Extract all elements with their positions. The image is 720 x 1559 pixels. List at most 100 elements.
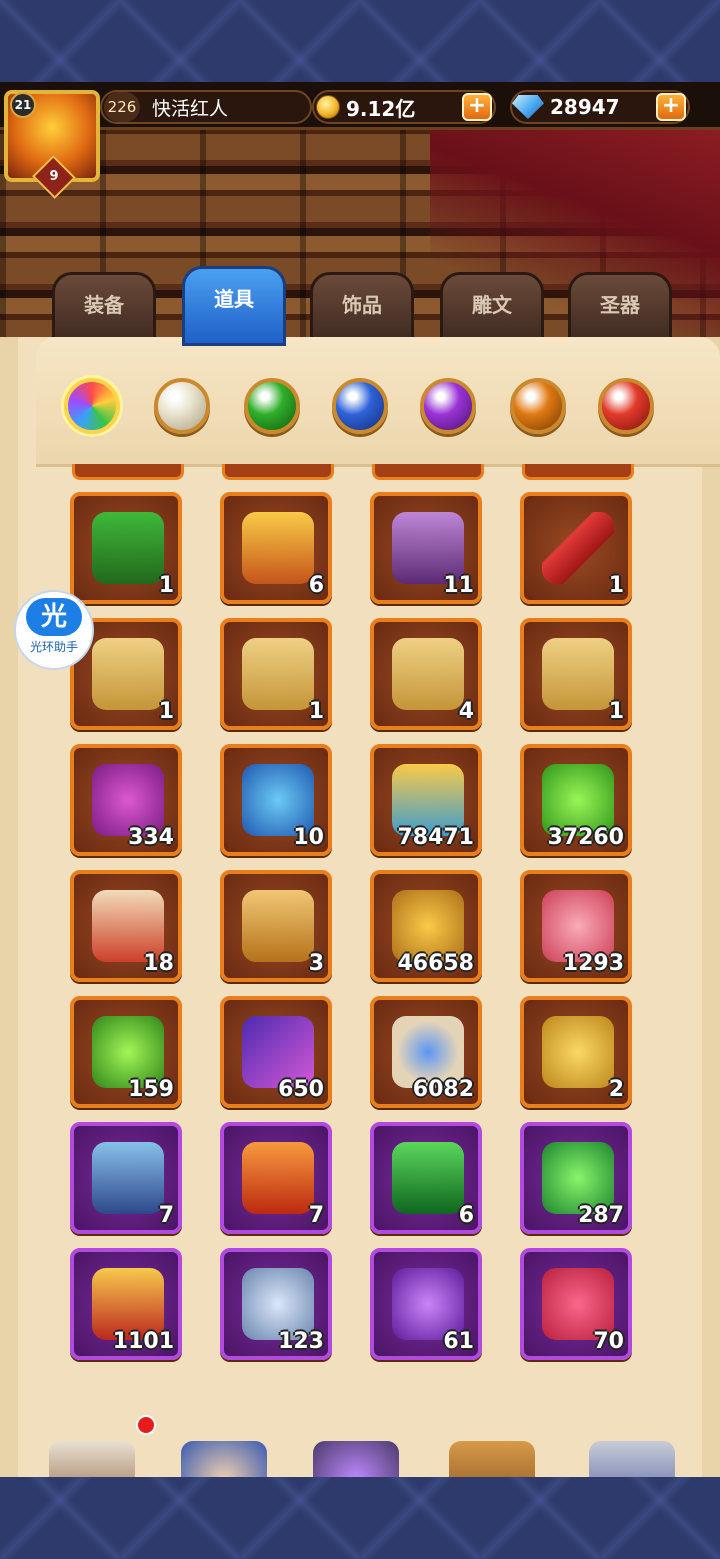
item-slot[interactable]: 650 (220, 996, 332, 1108)
item-count: 61 (443, 1329, 474, 1354)
item-count: 7 (308, 1203, 324, 1228)
diamond-icon (512, 95, 544, 119)
gold-bar: 9.12亿 + (312, 90, 496, 124)
item-count: 10 (293, 825, 324, 850)
item-count: 2 (608, 1077, 624, 1102)
item-count: 7 (158, 1203, 174, 1228)
item-slot[interactable]: 37260 (520, 744, 632, 856)
item-count: 37260 (547, 825, 624, 850)
item-slot[interactable]: 6 (220, 492, 332, 604)
player-name: 快活红人 (152, 97, 229, 120)
rank-value: 9 (49, 169, 59, 184)
item-count: 11 (443, 573, 474, 598)
gold-coin-icon (316, 95, 340, 119)
gem-bar: 28947 + (510, 90, 690, 124)
game-screen: 21 9 226 快活红人 9.12亿 + 28947 + 装备 道具 饰品 雕文 圣器… (0, 82, 720, 1477)
power-value: 226 (104, 92, 140, 122)
item-grid[interactable]: 1 6 11 1 1 1 4 1 334 10 78471 37260 18 3 46658 1293 159 6… (0, 464, 720, 1434)
item-slot[interactable]: 1 (220, 618, 332, 730)
item-count: 123 (278, 1329, 324, 1354)
filter-orb-purple[interactable] (420, 378, 476, 434)
filter-orb-all[interactable] (64, 378, 120, 434)
item-count: 6 (308, 573, 324, 598)
item-count: 18 (143, 951, 174, 976)
item-slot[interactable]: 18 (70, 870, 182, 982)
item-count: 70 (593, 1329, 624, 1354)
bag-icon (449, 1441, 535, 1477)
helper-glyph: 光 (26, 598, 82, 636)
item-slot-partial (72, 464, 184, 480)
item-count: 650 (278, 1077, 324, 1102)
nav-guild[interactable]: 公会 (572, 1441, 692, 1477)
item-slot-partial (222, 464, 334, 480)
helper-label: 光环助手 (29, 640, 78, 654)
nav-castle[interactable]: 主城 (32, 1415, 156, 1477)
tab-2[interactable]: 饰品 (310, 272, 414, 344)
tab-3[interactable]: 雕文 (440, 272, 544, 344)
nav-portal[interactable]: 探险 (296, 1441, 416, 1477)
item-count: 1 (608, 573, 624, 598)
item-count: 1 (608, 699, 624, 724)
nav-bag[interactable]: 背包 (432, 1441, 552, 1477)
map-scroll-icon (542, 638, 614, 710)
item-slot[interactable]: 7 (220, 1122, 332, 1234)
item-count: 1101 (112, 1329, 174, 1354)
gold-value: 9.12亿 (346, 96, 416, 121)
nav-hero[interactable]: 英雄 (164, 1441, 284, 1477)
item-slot[interactable]: 287 (520, 1122, 632, 1234)
item-count: 1 (308, 699, 324, 724)
item-slot[interactable]: 1 (520, 492, 632, 604)
tab-4[interactable]: 圣器 (568, 272, 672, 344)
item-count: 1 (158, 699, 174, 724)
helper-badge[interactable]: 光 光环助手 (14, 590, 94, 670)
item-slot[interactable]: 46658 (370, 870, 482, 982)
item-slot[interactable]: 1 (520, 618, 632, 730)
player-avatar[interactable]: 21 9 (4, 90, 100, 199)
filter-orb-orange[interactable] (510, 378, 566, 434)
filter-orb-blue[interactable] (332, 378, 388, 434)
item-count: 6 (458, 1203, 474, 1228)
filter-orb-green[interactable] (244, 378, 300, 434)
player-name-bar: 226 快活红人 (100, 90, 312, 124)
map-scroll-icon (92, 638, 164, 710)
item-slot[interactable]: 61 (370, 1248, 482, 1360)
gold-scroll-icon (242, 890, 314, 962)
tab-1[interactable]: 道具 (182, 266, 286, 346)
item-slot[interactable]: 4 (370, 618, 482, 730)
item-slot[interactable]: 123 (220, 1248, 332, 1360)
item-slot[interactable]: 6 (370, 1122, 482, 1234)
item-slot[interactable]: 78471 (370, 744, 482, 856)
item-slot[interactable]: 1 (70, 492, 182, 604)
notification-dot (136, 1415, 156, 1435)
item-slot[interactable]: 6082 (370, 996, 482, 1108)
item-slot[interactable]: 10 (220, 744, 332, 856)
player-level-badge: 21 (10, 92, 36, 118)
item-count: 287 (578, 1203, 624, 1228)
filter-orb-white[interactable] (154, 378, 210, 434)
item-slot[interactable]: 7 (70, 1122, 182, 1234)
add-gem-button[interactable]: + (656, 93, 686, 121)
item-slot[interactable]: 1101 (70, 1248, 182, 1360)
tab-0[interactable]: 装备 (52, 272, 156, 344)
item-slot[interactable]: 1293 (520, 870, 632, 982)
item-count: 3 (308, 951, 324, 976)
map-scroll-icon (392, 638, 464, 710)
item-count: 46658 (397, 951, 474, 976)
gold-coin-icon (542, 1016, 614, 1088)
item-slot[interactable]: 2 (520, 996, 632, 1108)
gem-value: 28947 (550, 95, 620, 119)
top-bar: 21 9 226 快活红人 9.12亿 + 28947 + (0, 82, 720, 199)
item-slot[interactable]: 70 (520, 1248, 632, 1360)
item-count: 1 (158, 573, 174, 598)
emerald-hammer-icon (392, 1142, 464, 1214)
add-gold-button[interactable]: + (462, 93, 492, 121)
item-slot[interactable]: 159 (70, 996, 182, 1108)
item-slot[interactable]: 3 (220, 870, 332, 982)
item-slot[interactable]: 11 (370, 492, 482, 604)
green-chest-icon (92, 512, 164, 584)
rarity-filter-row (64, 378, 664, 438)
filter-orb-red[interactable] (598, 378, 654, 434)
item-count: 4 (458, 699, 474, 724)
hero-icon (181, 1441, 267, 1477)
item-slot[interactable]: 334 (70, 744, 182, 856)
